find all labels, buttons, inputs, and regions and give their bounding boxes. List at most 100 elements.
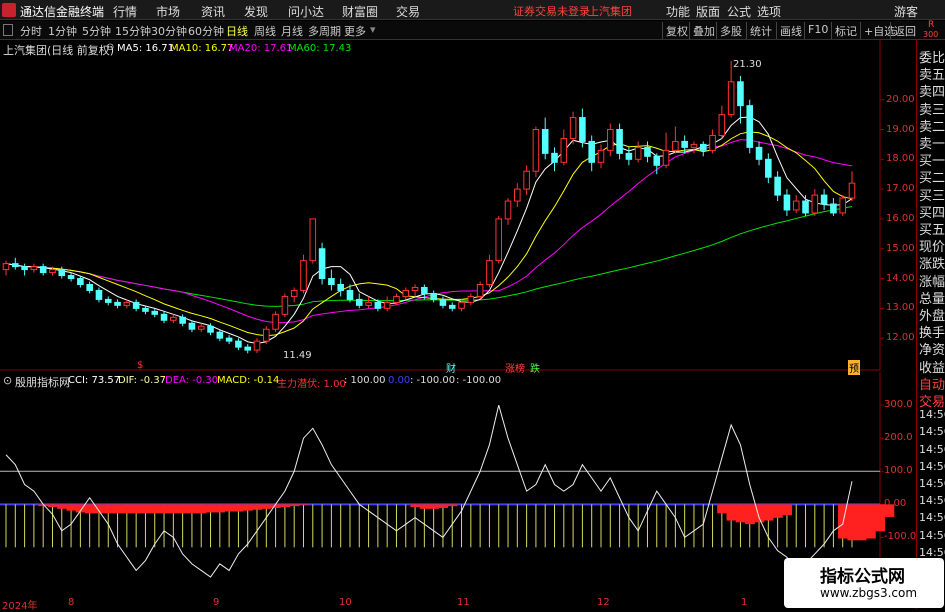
- ma5-line: [5, 116, 853, 345]
- menu-faxian[interactable]: 发现: [244, 3, 268, 20]
- macd-bar: [782, 504, 793, 516]
- indicator-panel[interactable]: ⊙ 殷朋指标网 CCI: 73.57 DIF: -0.37 DEA: -0.30…: [0, 372, 916, 597]
- panel-toggle-icon[interactable]: [3, 24, 13, 36]
- indicator-chart-svg[interactable]: [0, 372, 895, 597]
- indicator-tick-3: 0.00: [884, 498, 907, 510]
- candle-body: [355, 298, 363, 306]
- candle-body: [30, 266, 38, 271]
- candle-body: [551, 152, 558, 163]
- macd-bar: [205, 504, 216, 513]
- menu-gongneng[interactable]: 功能: [666, 3, 690, 20]
- stock-tag: 上汽集团: [588, 5, 632, 18]
- candle-body: [625, 152, 633, 160]
- btn-fanhui[interactable]: 返回: [890, 22, 919, 39]
- tab-15min[interactable]: 15分钟: [115, 23, 151, 39]
- tab-60min[interactable]: 60分钟: [188, 23, 224, 39]
- price-tick-6: 14.00: [886, 272, 915, 284]
- candle-body: [588, 140, 595, 163]
- menu-hangqing[interactable]: 行情: [113, 3, 137, 20]
- candle-body: [662, 149, 670, 166]
- candle-body: [569, 117, 577, 139]
- candle-body: [225, 337, 233, 342]
- candle-body: [755, 146, 763, 160]
- candle-body: [672, 140, 679, 151]
- candle-body: [681, 140, 688, 148]
- macd-bar: [289, 504, 300, 507]
- macd-bar: [745, 504, 755, 525]
- legend-v100: : 100.00: [344, 375, 386, 386]
- quote-label-7: 买二: [919, 171, 945, 187]
- candle-body: [439, 298, 447, 306]
- candle-body: [281, 295, 289, 315]
- quote-top-tag: R: [928, 20, 935, 30]
- tab-duozhouqi[interactable]: 多周期: [308, 23, 341, 39]
- ma20-line: [5, 139, 853, 324]
- guest-label[interactable]: 游客: [894, 3, 918, 20]
- candle-body: [197, 325, 205, 330]
- legend-settings-icon[interactable]: ⊙: [106, 42, 114, 53]
- candle-body: [690, 143, 698, 148]
- btn-huaxian[interactable]: 画线: [776, 22, 805, 39]
- quote-label-13: 涨幅: [919, 274, 945, 290]
- price-chart-panel[interactable]: 上汽集团(日线 前复权) ⊙ MA5: 16.71 MA10: 16.77 MA…: [0, 40, 915, 375]
- tab-zhouxian[interactable]: 周线: [254, 23, 276, 39]
- quote-label-23: 14:56: [919, 442, 945, 456]
- menu-banmian[interactable]: 版面: [696, 3, 720, 20]
- legend-v000: 0.00: [388, 375, 411, 386]
- candle-body: [309, 218, 317, 262]
- legend-dif: DIF: -0.37: [118, 375, 167, 386]
- tab-fenshi[interactable]: 分时: [20, 23, 42, 39]
- menu-xuanxiang[interactable]: 选项: [757, 3, 781, 20]
- candle-body: [374, 301, 382, 309]
- candle-body: [272, 313, 279, 330]
- candle-body: [402, 289, 410, 297]
- candle-body: [132, 301, 140, 309]
- btn-biaoji[interactable]: 标记: [831, 22, 860, 39]
- candle-body: [244, 346, 252, 351]
- price-chart-svg[interactable]: [0, 40, 884, 371]
- login-notice[interactable]: 证券交易未登录: [513, 3, 590, 19]
- menu-caifuquan[interactable]: 财富圈: [342, 3, 378, 20]
- btn-diejia[interactable]: 叠加: [689, 22, 718, 39]
- candle-body: [448, 304, 456, 309]
- menu-wenxiaoda[interactable]: 问小达: [288, 3, 324, 20]
- macd-bar: [270, 504, 281, 508]
- quote-label-11: 现价: [919, 240, 945, 256]
- candle-body: [820, 194, 828, 205]
- candle-body: [337, 284, 344, 291]
- high-price-label: 21.30: [733, 59, 762, 70]
- tab-5min[interactable]: 5分钟: [82, 23, 111, 39]
- btn-duogu[interactable]: 多股: [716, 22, 745, 39]
- tab-yuexian[interactable]: 月线: [281, 23, 303, 39]
- candle-body: [142, 307, 149, 312]
- candle-body: [123, 301, 131, 306]
- menu-zixun[interactable]: 资讯: [201, 3, 225, 20]
- watermark: 指标公式网 www.zbgs3.com: [784, 558, 944, 608]
- candle-body: [160, 313, 168, 321]
- btn-tongji[interactable]: 统计: [746, 22, 775, 39]
- dropdown-icon[interactable]: ▾: [370, 23, 376, 36]
- time-label-nov: 11: [457, 597, 470, 608]
- candle-body: [783, 194, 791, 211]
- indicator-settings-icon[interactable]: ⊙: [3, 374, 12, 387]
- quote-label-9: 买四: [919, 205, 945, 221]
- macd-bar: [865, 504, 876, 539]
- tab-1min[interactable]: 1分钟: [48, 23, 77, 39]
- candle-body: [421, 286, 428, 294]
- candle-body: [114, 301, 121, 306]
- macd-bar: [224, 504, 235, 512]
- menu-gongshi[interactable]: 公式: [727, 3, 751, 20]
- btn-fuquan[interactable]: 复权: [662, 22, 691, 39]
- btn-f10[interactable]: F10: [804, 22, 831, 39]
- candle-body: [699, 143, 707, 151]
- price-tick-2: 18.00: [886, 153, 915, 165]
- tab-gengduo[interactable]: 更多: [344, 23, 366, 39]
- menu-jiaoyi[interactable]: 交易: [396, 3, 420, 20]
- quote-label-22: 14:56: [919, 425, 945, 439]
- quote-label-21: 14:56: [919, 408, 945, 422]
- candle-body: [709, 134, 716, 151]
- macd-bar: [215, 504, 225, 513]
- tab-30min[interactable]: 30分钟: [151, 23, 187, 39]
- menu-shichang[interactable]: 市场: [156, 3, 180, 20]
- tab-rixian[interactable]: 日线: [226, 23, 248, 39]
